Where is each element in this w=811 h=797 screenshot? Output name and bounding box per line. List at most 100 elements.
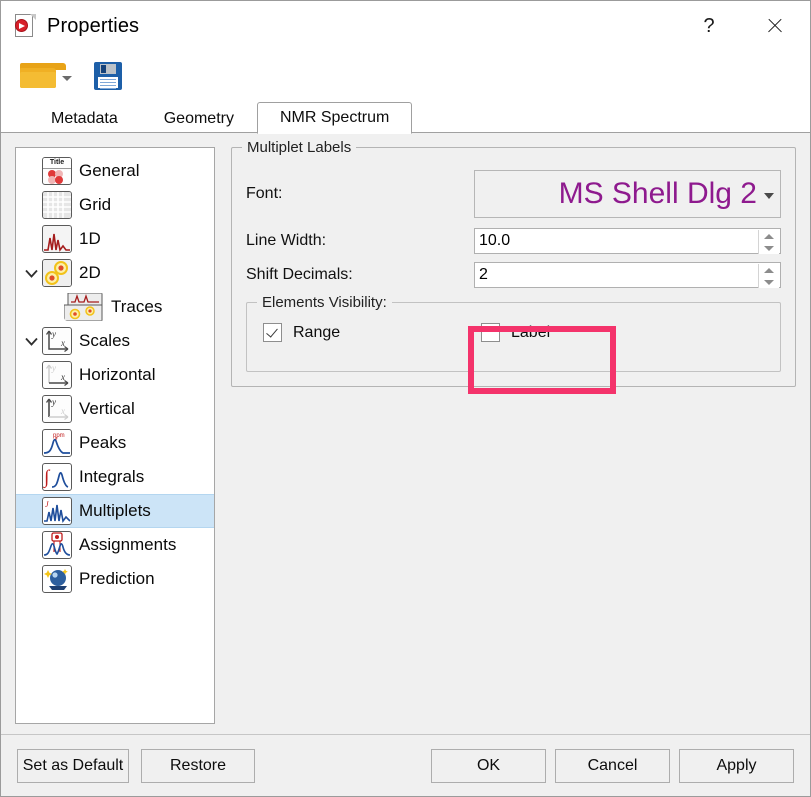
dialog-footer: Set as Default Restore OK Cancel Apply bbox=[1, 734, 810, 796]
tree-item-vertical[interactable]: y x Vertical bbox=[16, 392, 214, 426]
apply-button[interactable]: Apply bbox=[679, 749, 794, 783]
floppy-save-icon bbox=[92, 60, 124, 92]
shift-decimals-row: Shift Decimals: 2 bbox=[246, 262, 781, 288]
grid-icon bbox=[42, 191, 72, 219]
tab-geometry[interactable]: Geometry bbox=[141, 103, 257, 133]
close-icon bbox=[766, 17, 784, 35]
tree-item-prediction[interactable]: Prediction bbox=[16, 562, 214, 596]
svg-text:y: y bbox=[51, 363, 56, 373]
checkbox-label[interactable]: Label bbox=[481, 323, 550, 342]
tree-item-label: Prediction bbox=[79, 569, 155, 589]
tree-item-label: Horizontal bbox=[79, 365, 156, 385]
spectrum-1d-icon bbox=[42, 225, 72, 253]
chevron-down-icon[interactable] bbox=[62, 76, 72, 81]
tree-item-label: Grid bbox=[79, 195, 111, 215]
font-value: MS Shell Dlg 2 bbox=[559, 179, 757, 209]
ok-button[interactable]: OK bbox=[431, 749, 546, 783]
label-checkbox-label: Label bbox=[511, 324, 550, 342]
expander-2d[interactable] bbox=[20, 269, 42, 278]
settings-pane: Multiplet Labels Font: MS Shell Dlg 2 Li… bbox=[231, 147, 796, 734]
tree-item-label: Assignments bbox=[79, 535, 176, 555]
tree-item-traces[interactable]: Traces bbox=[16, 290, 214, 324]
tree-item-label: Peaks bbox=[79, 433, 126, 453]
shift-decimals-stepper[interactable] bbox=[758, 264, 779, 288]
font-label: Font: bbox=[246, 185, 474, 203]
chevron-down-icon[interactable] bbox=[764, 193, 774, 199]
tree-item-1d[interactable]: 1D bbox=[16, 222, 214, 256]
line-width-value: 10.0 bbox=[479, 232, 510, 250]
line-width-input[interactable]: 10.0 bbox=[474, 228, 781, 254]
tree-item-label: 1D bbox=[79, 229, 101, 249]
line-width-label: Line Width: bbox=[246, 232, 474, 250]
range-checkbox-label: Range bbox=[293, 324, 340, 342]
tree-item-label: General bbox=[79, 161, 139, 181]
tree-item-grid[interactable]: Grid bbox=[16, 188, 214, 222]
tree-item-peaks[interactable]: ppm Peaks bbox=[16, 426, 214, 460]
tree-item-label: 2D bbox=[79, 263, 101, 283]
traces-icon bbox=[64, 293, 104, 321]
checkbox-range[interactable]: Range bbox=[263, 323, 481, 342]
open-button[interactable] bbox=[19, 61, 72, 91]
range-checkbox-box[interactable] bbox=[263, 323, 282, 342]
label-checkbox-box[interactable] bbox=[481, 323, 500, 342]
folder-open-icon bbox=[19, 61, 59, 91]
general-icon: Title bbox=[42, 157, 72, 185]
save-button[interactable] bbox=[80, 60, 124, 92]
font-row: Font: MS Shell Dlg 2 bbox=[246, 170, 781, 218]
tree-item-multiplets[interactable]: J Multiplets bbox=[16, 494, 214, 528]
tree-item-label: Integrals bbox=[79, 467, 144, 487]
tree-item-integrals[interactable]: ∫ Integrals bbox=[16, 460, 214, 494]
svg-text:x: x bbox=[60, 338, 65, 348]
toolbar bbox=[1, 51, 810, 101]
set-as-default-button[interactable]: Set as Default bbox=[17, 749, 129, 783]
tree-item-label: Traces bbox=[111, 297, 162, 317]
group-title: Multiplet Labels bbox=[242, 139, 356, 156]
svg-text:x: x bbox=[60, 406, 65, 416]
shift-decimals-label: Shift Decimals: bbox=[246, 266, 474, 284]
assignments-icon bbox=[42, 531, 72, 559]
tree-item-horizontal[interactable]: y x Horizontal bbox=[16, 358, 214, 392]
multiplets-icon: J bbox=[42, 497, 72, 525]
help-button[interactable]: ? bbox=[686, 1, 732, 51]
stepper-up[interactable] bbox=[759, 230, 779, 242]
font-select[interactable]: MS Shell Dlg 2 bbox=[474, 170, 781, 218]
stepper-up[interactable] bbox=[759, 264, 779, 276]
prediction-icon bbox=[42, 565, 72, 593]
visibility-checkbox-row: Range Label bbox=[259, 323, 768, 342]
expander-scales[interactable] bbox=[20, 337, 42, 346]
tab-metadata[interactable]: Metadata bbox=[28, 103, 141, 133]
line-width-row: Line Width: 10.0 bbox=[246, 228, 781, 254]
document-properties-icon bbox=[13, 13, 37, 39]
svg-text:y: y bbox=[51, 329, 56, 339]
window-title: Properties bbox=[47, 15, 139, 38]
vertical-axis-icon: y x bbox=[42, 395, 72, 423]
svg-text:x: x bbox=[60, 372, 65, 382]
shift-decimals-value: 2 bbox=[479, 266, 488, 284]
svg-text:ppm: ppm bbox=[53, 433, 65, 439]
stepper-down[interactable] bbox=[759, 242, 779, 254]
close-button[interactable] bbox=[750, 1, 800, 51]
tree-item-assignments[interactable]: Assignments bbox=[16, 528, 214, 562]
tree-item-2d[interactable]: 2D bbox=[16, 256, 214, 290]
tree-item-general[interactable]: Title General bbox=[16, 154, 214, 188]
properties-dialog: Properties ? Metadata Geometry NMR Spect… bbox=[0, 0, 811, 797]
tab-nmr-spectrum[interactable]: NMR Spectrum bbox=[257, 102, 412, 134]
tree-item-label: Vertical bbox=[79, 399, 135, 419]
restore-button[interactable]: Restore bbox=[141, 749, 255, 783]
title-bar: Properties ? bbox=[1, 1, 810, 51]
integrals-icon: ∫ bbox=[42, 463, 72, 491]
peaks-icon: ppm bbox=[42, 429, 72, 457]
shift-decimals-input[interactable]: 2 bbox=[474, 262, 781, 288]
settings-tree[interactable]: Title General bbox=[15, 147, 215, 724]
stepper-down[interactable] bbox=[759, 276, 779, 288]
cancel-button[interactable]: Cancel bbox=[555, 749, 670, 783]
tree-item-label: Scales bbox=[79, 331, 130, 351]
elements-visibility-title: Elements Visibility: bbox=[257, 294, 392, 311]
tab-bar: Metadata Geometry NMR Spectrum bbox=[1, 101, 810, 133]
line-width-stepper[interactable] bbox=[758, 230, 779, 254]
tree-item-scales[interactable]: y x Scales bbox=[16, 324, 214, 358]
svg-text:y: y bbox=[51, 397, 56, 407]
horizontal-axis-icon: y x bbox=[42, 361, 72, 389]
elements-visibility-group: Elements Visibility: Range Label bbox=[246, 302, 781, 372]
tree-item-label: Multiplets bbox=[79, 501, 151, 521]
